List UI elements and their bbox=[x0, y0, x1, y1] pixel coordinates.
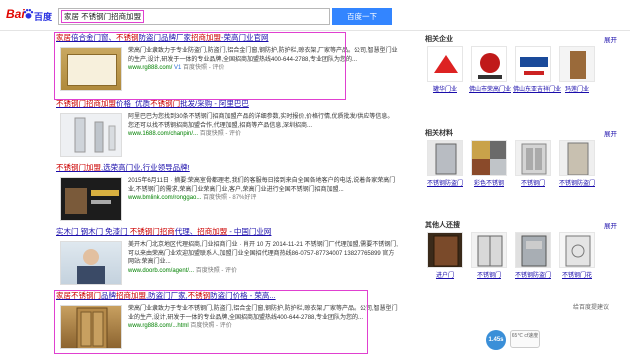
sidebar-item[interactable]: 彩色不锈钢 bbox=[469, 140, 509, 187]
paw-icon bbox=[23, 8, 34, 19]
result-url[interactable]: www.1688.com/chanpin/... bbox=[128, 131, 198, 137]
sidebar-item[interactable]: 不锈钢门 bbox=[469, 232, 509, 279]
logo-text-du: 百度 bbox=[34, 12, 53, 22]
load-time-badge[interactable]: 1.45s bbox=[486, 330, 506, 350]
sidebar-item-label[interactable]: 不锈钢门 bbox=[469, 270, 509, 279]
result-title-link[interactable]: 不锈钢门加盟,选荣高门业,行业领导品牌! bbox=[56, 163, 416, 173]
snapshot-link[interactable]: 百度快照 - 评价 bbox=[196, 268, 237, 274]
product-image bbox=[559, 140, 595, 176]
result-url[interactable]: www.bmlink.com/ronggao... bbox=[128, 195, 201, 201]
expand-link[interactable]: 展开 bbox=[604, 34, 617, 44]
door-handle-image bbox=[74, 117, 116, 153]
sidebar-item-label[interactable]: 罐华门业 bbox=[425, 84, 465, 93]
sidebar-heading: 相关材料 bbox=[425, 130, 453, 137]
result-title-link[interactable]: 实木门 钢木门 免漆门 不锈钢门招商代理、招商加盟 - 中国门业网 bbox=[56, 227, 416, 237]
result-snippet: 美开木门北京地区代理招商,门业招商门业 · 肖开 10 万 2014-11-21… bbox=[128, 241, 398, 275]
header-bar: Bai 百度 家居 不锈钢门招商加盟 百度一下 bbox=[0, 0, 630, 30]
product-image bbox=[559, 232, 595, 268]
result-item: 实木门 钢木门 免漆门 不锈钢门招商代理、招商加盟 - 中国门业网 美开木门北京… bbox=[56, 227, 416, 289]
banner-image bbox=[65, 188, 119, 214]
product-image bbox=[515, 140, 551, 176]
sidebar-item-label[interactable]: 不锈钢门 bbox=[513, 178, 553, 187]
search-field[interactable]: 家居 不锈钢门招商加盟 bbox=[58, 8, 330, 25]
brand-logo-image bbox=[471, 46, 507, 82]
sidebar-item-label[interactable]: 不锈钢防盗门 bbox=[425, 178, 465, 187]
result-thumbnail[interactable] bbox=[60, 241, 122, 285]
sidebar-item-label[interactable]: 佛山市荣高门业 bbox=[469, 84, 511, 93]
result-snippet-text: 阿里巴巴为您找到30条不锈钢门招商加盟产品的详细参数,实时报价,价格行情,优质批… bbox=[128, 114, 394, 129]
result-thumbnail[interactable] bbox=[60, 177, 122, 221]
sidebar-item-label[interactable]: 不锈钢防盗门 bbox=[557, 178, 597, 187]
logo-text-bai: Bai bbox=[6, 7, 25, 21]
result-url-line: www.bmlink.com/ronggao... 百度快照 - 87%好评 bbox=[128, 194, 398, 202]
result-item: 不锈钢门加盟,选荣高门业,行业领导品牌! 2015年6月11日 · 摘要:荣高室… bbox=[56, 163, 416, 225]
result-item: 不锈钢门招商加盟价格_优质不锈钢门批发/采购 - 阿里巴巴 阿里巴巴为您找到30… bbox=[56, 99, 416, 161]
product-image bbox=[427, 232, 463, 268]
search-button[interactable]: 百度一下 bbox=[332, 8, 392, 25]
sidebar-item-label[interactable]: 进户门 bbox=[425, 270, 465, 279]
header-divider bbox=[0, 30, 630, 31]
snapshot-link[interactable]: 百度快照 - 87%好评 bbox=[203, 195, 256, 201]
sidebar-item-label[interactable]: 不锈钢门花 bbox=[557, 270, 597, 279]
sidebar-item[interactable]: 不锈钢防盗门 bbox=[557, 140, 597, 187]
sidebar-item-label[interactable]: 玛莲门业 bbox=[557, 84, 597, 93]
sidebar-item-label[interactable]: 佛山东亚吉祥门业 bbox=[513, 84, 561, 93]
sidebar-item[interactable]: 玛莲门业 bbox=[557, 46, 597, 93]
result-title-link[interactable]: 不锈钢门招商加盟价格_优质不锈钢门批发/采购 - 阿里巴巴 bbox=[56, 99, 416, 109]
brand-logo-image bbox=[515, 46, 551, 82]
speed-indicator: 65℃ cf速度 bbox=[510, 330, 540, 348]
sidebar-heading: 其他人还搜 bbox=[425, 222, 460, 229]
sidebar-heading: 相关企业 bbox=[425, 36, 453, 43]
product-image bbox=[559, 46, 595, 82]
sidebar-item[interactable]: 佛山市荣高门业 bbox=[469, 46, 511, 93]
sidebar-item[interactable]: 不锈钢防盗门 bbox=[425, 140, 465, 187]
result-snippet: 2015年6月11日 · 摘要:荣高室骨都理老,我们的客服每日接到来自全国各地客… bbox=[128, 177, 398, 202]
snapshot-link[interactable]: 百度快照 - 评价 bbox=[200, 131, 241, 137]
sidebar-item-label[interactable]: 不锈钢防盗门 bbox=[513, 270, 553, 279]
result-thumbnail[interactable] bbox=[60, 113, 122, 157]
annotation-box bbox=[54, 290, 368, 354]
result-url[interactable]: www.doorb.com/agent/... bbox=[128, 268, 194, 274]
brand-logo-image bbox=[427, 46, 463, 82]
product-image bbox=[471, 232, 507, 268]
result-snippet-text: 美开木门北京地区代理招商,门业招商门业 · 肖开 10 万 2014-11-21… bbox=[128, 242, 398, 265]
sidebar-item[interactable]: 不锈钢门 bbox=[513, 140, 553, 187]
search-input[interactable]: 家居 不锈钢门招商加盟 bbox=[61, 10, 145, 23]
sidebar-item-label[interactable]: 彩色不锈钢 bbox=[469, 178, 509, 187]
result-snippet: 阿里巴巴为您找到30条不锈钢门招商加盟产品的详细参数,实时报价,价格行情,优质批… bbox=[128, 113, 398, 138]
sidebar-item[interactable]: 不锈钢门花 bbox=[557, 232, 597, 279]
result-url-line: www.doorb.com/agent/... 百度快照 - 评价 bbox=[128, 267, 398, 275]
sidebar-item[interactable]: 不锈钢防盗门 bbox=[513, 232, 553, 279]
expand-link[interactable]: 展开 bbox=[604, 128, 617, 138]
sidebar-item[interactable]: 佛山东亚吉祥门业 bbox=[513, 46, 561, 93]
sidebar-item[interactable]: 罐华门业 bbox=[425, 46, 465, 93]
product-image bbox=[427, 140, 463, 176]
product-image bbox=[515, 232, 551, 268]
product-image bbox=[471, 140, 507, 176]
annotation-box bbox=[54, 32, 346, 100]
person-photo bbox=[77, 249, 105, 284]
result-url-line: www.1688.com/chanpin/... 百度快照 - 评价 bbox=[128, 130, 398, 138]
expand-link[interactable]: 展开 bbox=[604, 220, 617, 230]
baidu-logo[interactable]: Bai 百度 bbox=[6, 7, 56, 23]
sidebar-item[interactable]: 进户门 bbox=[425, 232, 465, 279]
feedback-link[interactable]: 给百度提建议 bbox=[573, 302, 609, 311]
result-snippet-text: 2015年6月11日 · 摘要:荣高室骨都理老,我们的客服每日接到来自全国各地客… bbox=[128, 178, 396, 193]
